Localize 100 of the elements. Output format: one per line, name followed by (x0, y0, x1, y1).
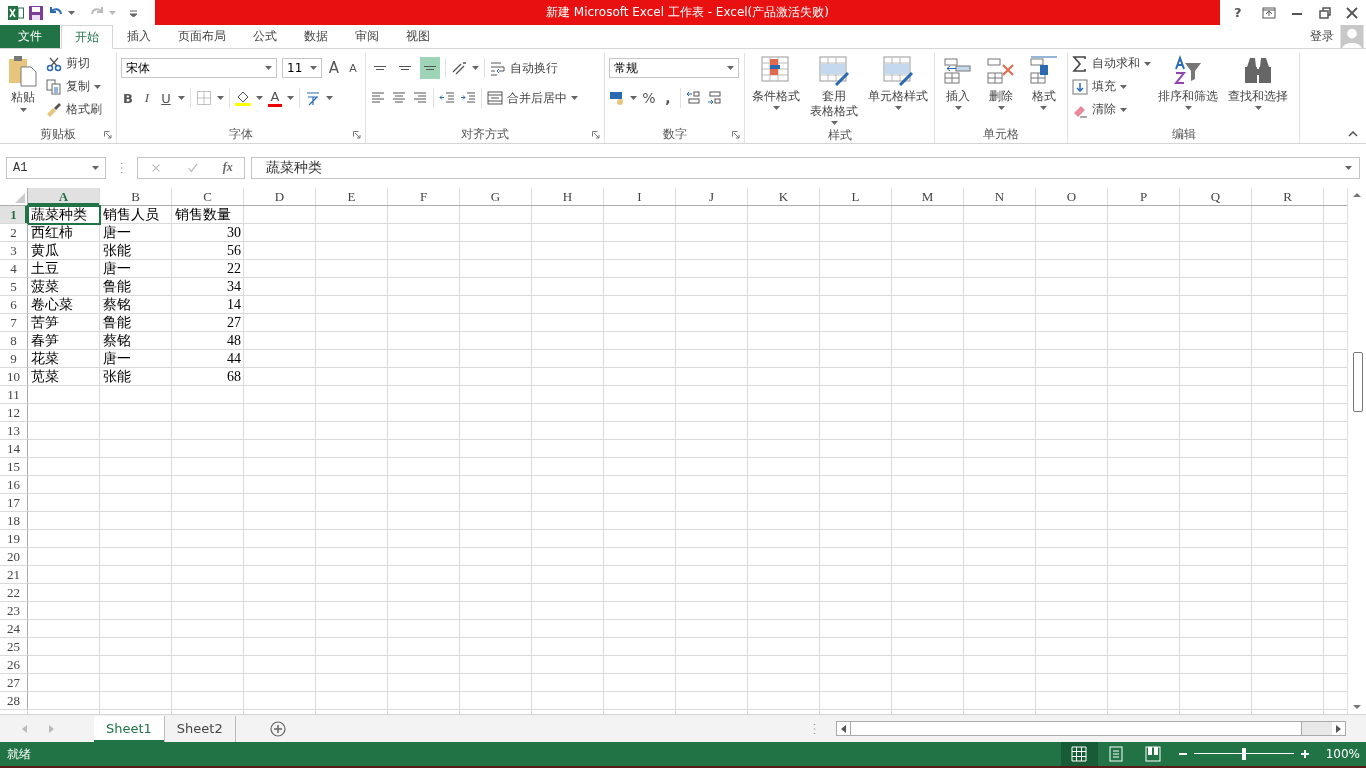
sheet-tab[interactable]: Sheet2 (164, 715, 236, 742)
column-header[interactable]: C (172, 188, 244, 205)
merge-center-button[interactable]: 合并后居中 (487, 87, 578, 109)
column-header[interactable]: D (244, 188, 316, 205)
column-header[interactable]: L (820, 188, 892, 205)
ribbon-tab[interactable]: 开始 (61, 25, 113, 49)
font-color-button[interactable]: A (268, 89, 282, 107)
file-tab[interactable]: 文件 (0, 25, 60, 48)
caret-icon[interactable] (68, 10, 75, 15)
column-header[interactable]: F (388, 188, 460, 205)
phonetic-icon[interactable] (305, 90, 321, 106)
column-header[interactable]: O (1036, 188, 1108, 205)
horizontal-scrollbar[interactable] (836, 721, 1346, 736)
font-name-field[interactable]: 宋体 (121, 58, 277, 78)
ribbon-tab[interactable]: 公式 (240, 25, 290, 48)
dialog-launcher-icon[interactable] (592, 131, 600, 139)
scroll-up-icon[interactable] (1353, 192, 1361, 197)
column-header[interactable]: N (964, 188, 1036, 205)
copy-button[interactable]: 复制 (46, 76, 102, 97)
column-header[interactable]: A (28, 188, 100, 205)
bold-button[interactable]: B (121, 88, 135, 108)
percent-button[interactable]: % (642, 88, 656, 108)
autosum-button[interactable]: 自动求和 (1072, 53, 1151, 74)
underline-button[interactable]: U (159, 88, 173, 108)
cells-button[interactable]: 插入 (939, 53, 978, 125)
row-header[interactable]: 1 (0, 206, 28, 224)
caret-icon[interactable] (178, 96, 185, 100)
add-sheet-icon[interactable] (269, 720, 286, 737)
number-format-field[interactable]: 常规 (609, 58, 739, 78)
wrap-text-button[interactable]: 自动换行 (490, 57, 558, 79)
view-button[interactable] (1060, 742, 1098, 766)
font-size-field[interactable]: 11 (282, 58, 322, 78)
caret-icon[interactable] (472, 66, 479, 70)
column-header[interactable]: M (892, 188, 964, 205)
style-gallery-button[interactable]: 单元格样式 (865, 53, 931, 127)
style-gallery-button[interactable]: 条件格式 (749, 53, 803, 127)
sheet-tab[interactable]: Sheet1 (94, 715, 165, 742)
italic-button[interactable]: I (140, 88, 154, 108)
comma-style-button[interactable]: , (661, 88, 675, 108)
dialog-launcher-icon[interactable] (104, 131, 112, 139)
zoom-level[interactable]: 100% (1325, 747, 1360, 761)
cells-button[interactable]: 删除 (981, 53, 1021, 125)
column-header[interactable]: B (100, 188, 172, 205)
increase-decimal-icon[interactable] (686, 90, 702, 106)
orientation-icon[interactable] (451, 60, 467, 76)
paste-button[interactable]: 粘贴 (4, 53, 42, 125)
help-button[interactable]: ? (1226, 1, 1249, 24)
scroll-thumb[interactable] (850, 722, 1302, 735)
fill-button[interactable]: 填充 (1072, 76, 1151, 97)
find-select-button[interactable]: 查找和选择 (1225, 53, 1291, 125)
style-gallery-button[interactable]: 套用 表格格式 (807, 53, 861, 127)
sign-in-link[interactable]: 登录 (1310, 28, 1334, 45)
check-icon[interactable] (186, 161, 200, 174)
caret-icon[interactable] (326, 96, 333, 100)
scroll-right-icon[interactable] (1336, 724, 1341, 733)
caret-icon[interactable] (630, 96, 637, 100)
fill-color-icon[interactable] (235, 90, 251, 106)
restore-icon[interactable] (1317, 6, 1332, 19)
caret-icon[interactable] (287, 96, 294, 100)
decrease-font-button[interactable]: A (346, 58, 360, 78)
ribbon-tab[interactable]: 审阅 (342, 25, 392, 48)
dialog-launcher-icon[interactable] (732, 131, 740, 139)
zoom-slider[interactable] (1193, 747, 1294, 761)
cells-button[interactable]: 格式 (1024, 53, 1063, 125)
close-icon[interactable] (1345, 6, 1360, 19)
vertical-align-button[interactable] (420, 57, 440, 79)
ribbon-display-icon[interactable] (1262, 6, 1277, 19)
column-header[interactable]: R (1252, 188, 1324, 205)
increase-font-button[interactable]: A (327, 58, 341, 78)
vertical-scrollbar[interactable] (1347, 188, 1366, 714)
currency-icon[interactable] (609, 90, 625, 106)
dialog-launcher-icon[interactable] (353, 131, 361, 139)
zoom-in-icon[interactable] (1299, 749, 1310, 759)
format-painter-button[interactable]: 格式刷 (46, 99, 102, 120)
formula-input[interactable]: 蔬菜种类 (251, 156, 1360, 179)
scroll-thumb[interactable] (1353, 352, 1363, 412)
caret-icon[interactable] (256, 96, 263, 100)
column-header[interactable]: Q (1180, 188, 1252, 205)
decrease-decimal-icon[interactable] (707, 90, 723, 106)
sort-filter-button[interactable]: 排序和筛选 (1155, 53, 1221, 125)
column-header[interactable]: E (316, 188, 388, 205)
ribbon-tab[interactable]: 数据 (291, 25, 341, 48)
column-header[interactable]: H (532, 188, 604, 205)
ribbon-tab[interactable]: 插入 (114, 25, 164, 48)
cut-button[interactable]: 剪切 (46, 53, 102, 74)
column-header[interactable]: P (1108, 188, 1180, 205)
scroll-down-icon[interactable] (1353, 705, 1361, 710)
scroll-left-icon[interactable] (841, 724, 846, 733)
column-header[interactable]: G (460, 188, 532, 205)
insert-function-button[interactable]: fx (222, 160, 233, 175)
caret-icon[interactable] (217, 96, 224, 100)
column-header[interactable]: I (604, 188, 676, 205)
name-box[interactable]: A1 (6, 156, 106, 179)
customize-icon[interactable] (130, 8, 137, 17)
ribbon-tab[interactable]: 页面布局 (165, 25, 239, 48)
ribbon-tab[interactable]: 视图 (393, 25, 443, 48)
save-icon[interactable] (28, 4, 44, 21)
column-header[interactable]: J (676, 188, 748, 205)
column-header[interactable]: K (748, 188, 820, 205)
collapse-ribbon-icon[interactable] (1348, 131, 1358, 137)
